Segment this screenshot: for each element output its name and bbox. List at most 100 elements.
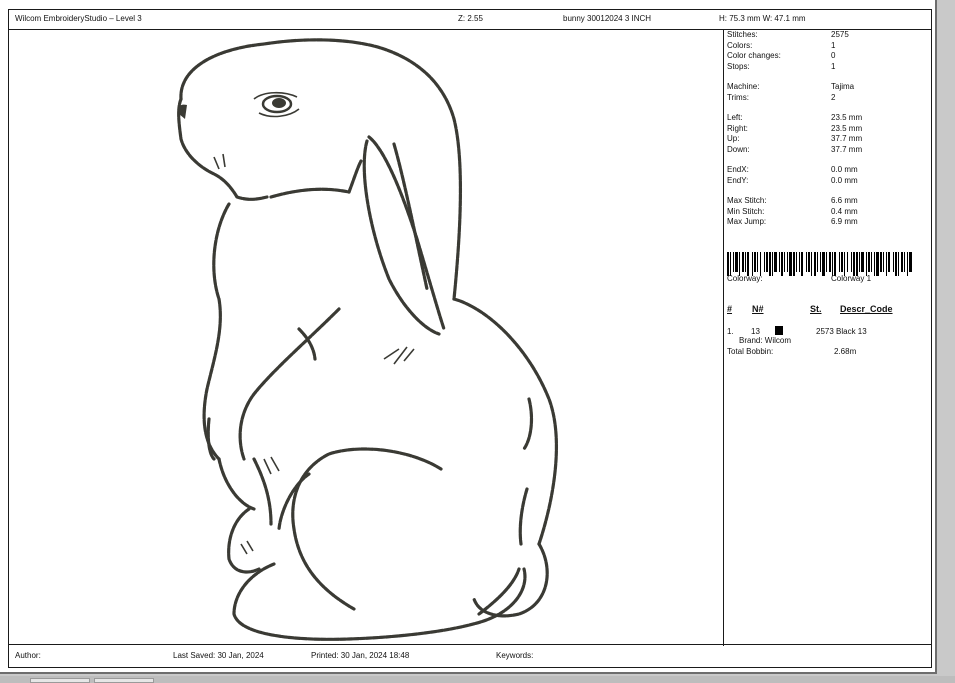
barcode-bar [898, 252, 899, 276]
stat-label: Stitches: [727, 30, 758, 39]
print-preview-page: Wilcom EmbroideryStudio – Level 3 Z: 2.5… [0, 0, 937, 674]
barcode-bar [739, 252, 740, 276]
thread-color-swatch [775, 326, 783, 335]
barcode-bar [888, 252, 890, 272]
app-title: Wilcom EmbroideryStudio – Level 3 [15, 14, 142, 23]
production-worksheet: Wilcom EmbroideryStudio – Level 3 Z: 2.5… [8, 9, 932, 668]
barcode-bar [901, 252, 903, 272]
stat-row: Max Jump: 6.9 mm [727, 217, 927, 227]
stat-row: Right: 23.5 mm [727, 124, 927, 134]
keywords-field: Keywords: [496, 651, 534, 660]
barcode-bar [754, 252, 756, 272]
stat-row: Down: 37.7 mm [727, 145, 927, 155]
color-row-stitches: 2573 [816, 327, 834, 336]
barcode-bar [766, 252, 768, 272]
col-header-num: # [727, 304, 733, 314]
stat-row: Machine: Tajima [727, 82, 927, 92]
barcode-bar [796, 252, 797, 272]
barcode-bar [907, 252, 908, 276]
color-row-descr: Black 13 [836, 327, 867, 336]
barcode-bar [834, 252, 836, 276]
printed-field: Printed: 30 Jan, 2024 18:48 [311, 651, 410, 660]
barcode-bar [781, 252, 783, 276]
bunny-embroidery-image [177, 38, 558, 641]
stat-label: Trims: [727, 92, 749, 102]
stat-row: Stitches: 2575 [727, 30, 927, 40]
stat-value: 6.6 mm [831, 196, 858, 205]
barcode-bar [799, 252, 800, 272]
barcode-bar [856, 252, 858, 276]
stat-value: 23.5 mm [831, 113, 863, 122]
barcode-bar [832, 252, 833, 276]
stat-label: Colors: [727, 40, 753, 50]
col-header-st: St. [810, 304, 822, 314]
barcode-bar [735, 252, 738, 272]
stat-value: 37.7 mm [831, 134, 863, 143]
barcode-bar [826, 252, 827, 272]
barcode-bar [909, 252, 912, 272]
barcode-bar [808, 252, 810, 272]
stat-value: 1 [831, 40, 836, 50]
barcode-bar [874, 252, 875, 276]
stat-value: 6.9 mm [831, 217, 858, 226]
barcode-bar [829, 252, 831, 272]
barcode-bar [764, 252, 765, 272]
barcode-bar [745, 252, 746, 272]
barcode-bar [730, 252, 731, 276]
stat-label: Color changes: [727, 51, 781, 60]
barcode-bar [868, 252, 870, 272]
barcode-bar [893, 252, 894, 272]
barcode-bar [774, 252, 777, 272]
stat-value: 37.7 mm [831, 144, 863, 154]
barcode-bar [806, 252, 807, 272]
barcode-bar [880, 252, 882, 272]
stat-row: Trims: 2 [727, 93, 927, 103]
colorway-value: Colorway 1 [831, 274, 872, 283]
colorway-row: Colorway: Colorway 1 [727, 274, 927, 284]
stat-row: Color changes: 0 [727, 51, 927, 61]
barcode-bar [847, 252, 848, 272]
taskbar-button[interactable] [94, 678, 154, 683]
stat-value: 1 [831, 61, 836, 71]
stat-row: EndX: 0.0 mm [727, 165, 927, 175]
bottom-taskbar [0, 676, 955, 683]
barcode-bar [876, 252, 879, 276]
barcode-bar [871, 252, 872, 272]
stat-value: 2575 [831, 30, 849, 39]
stat-label: Right: [727, 123, 748, 133]
barcode-bar [811, 252, 812, 276]
design-name: bunny 30012024 3 INCH [563, 14, 652, 23]
col-header-n: N# [752, 304, 764, 314]
barcode-bar [784, 252, 785, 272]
stat-value: 0.0 mm [831, 175, 858, 185]
design-info-panel: Stitches: 2575 Colors: 1 Color changes: 0 Stop… [724, 29, 932, 646]
stat-label: EndX: [727, 165, 749, 174]
barcode-bar [772, 252, 773, 276]
stat-value: 2 [831, 92, 836, 102]
barcode-bar [742, 252, 744, 272]
taskbar-button[interactable] [30, 678, 90, 683]
total-bobbin-label: Total Bobbin: [727, 347, 774, 356]
author-field: Author: [15, 651, 41, 660]
barcode-bar [883, 252, 884, 272]
stat-row: Left: 23.5 mm [727, 113, 927, 123]
barcode-bar [727, 252, 729, 276]
stat-label: Max Jump: [727, 217, 767, 226]
design-dimensions: H: 75.3 mm W: 47.1 mm [719, 14, 806, 23]
color-row-index: 1. [727, 327, 734, 336]
barcode-bar [760, 252, 761, 276]
barcode-bar [904, 252, 905, 272]
stat-row: Min Stitch: 0.4 mm [727, 207, 927, 217]
barcode-bar [789, 252, 792, 276]
barcode-bar [859, 252, 860, 272]
stat-label: Up: [727, 134, 740, 143]
stat-value: 0 [831, 51, 836, 60]
barcode-bar [866, 252, 867, 276]
stat-label: Max Stitch: [727, 196, 767, 205]
barcode-bar [841, 252, 843, 272]
stat-label: EndY: [727, 175, 749, 185]
color-row-n: 13 [751, 327, 760, 336]
stat-label: Min Stitch: [727, 206, 765, 216]
barcode-bar [801, 252, 803, 276]
barcode-bar [817, 252, 818, 272]
